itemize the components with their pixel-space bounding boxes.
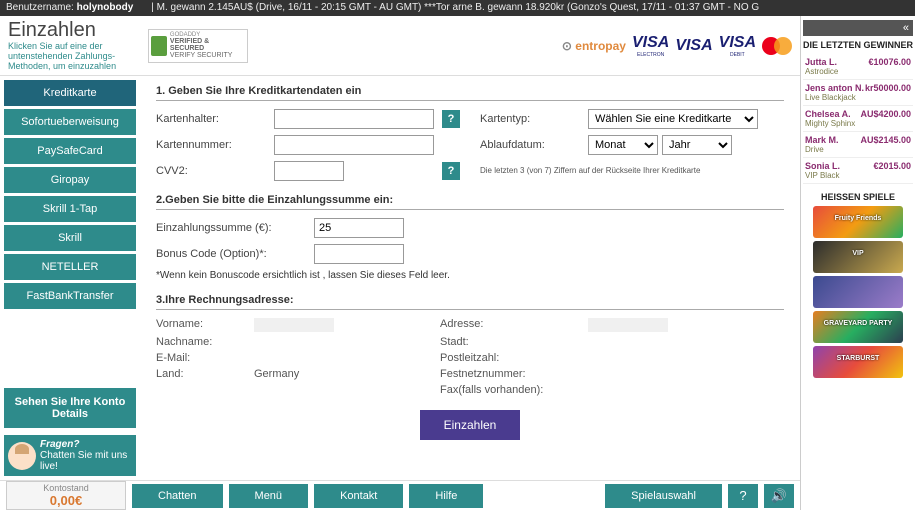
amount-label: Einzahlungssumme (€): — [156, 222, 306, 234]
sidebar-item-giropay[interactable]: Giropay — [4, 167, 136, 193]
username-label: Benutzername: — [6, 0, 74, 16]
country-value: Germany — [254, 368, 394, 380]
game-thumb[interactable]: GRAVEYARD PARTY — [813, 311, 903, 343]
ssl-badge[interactable]: GODADDY VERIFIED & SECURED VERIFY SECURI… — [148, 29, 248, 63]
balance-display: Kontostand 0,00€ — [6, 481, 126, 510]
bonus-input[interactable] — [314, 244, 404, 264]
email-label: E-Mail: — [156, 352, 246, 364]
cardnumber-label: Kartennummer: — [156, 139, 266, 151]
sidebar-item-fastbank[interactable]: FastBankTransfer — [4, 283, 136, 309]
expiry-year-select[interactable]: Jahr — [662, 135, 732, 155]
winner-item[interactable]: Jutta L.€10076.00Astrodice — [803, 54, 913, 80]
email-value — [254, 352, 394, 364]
winners-heading: DIE LETZTEN GEWINNER — [803, 40, 913, 50]
right-sidebar: « DIE LETZTEN GEWINNER Jutta L.€10076.00… — [800, 16, 915, 510]
username: holynobody — [77, 0, 134, 16]
firstname-label: Vorname: — [156, 318, 246, 332]
help-icon[interactable]: ? — [442, 110, 460, 128]
zip-label: Postleitzahl: — [440, 352, 580, 364]
lock-icon — [151, 36, 167, 56]
lastname-label: Nachname: — [156, 336, 246, 348]
section-2-heading: 2.Geben Sie bitte die Einzahlungssumme e… — [156, 191, 784, 210]
sidebar-item-neteller[interactable]: NETELLER — [4, 254, 136, 280]
fax-value — [588, 384, 728, 396]
lastname-value — [254, 336, 394, 348]
menu-button[interactable]: Menü — [229, 484, 309, 508]
address-value — [588, 318, 668, 332]
contact-button[interactable]: Kontakt — [314, 484, 403, 508]
address-label: Adresse: — [440, 318, 580, 332]
game-thumb[interactable]: Fruity Friends — [813, 206, 903, 238]
winner-item[interactable]: Chelsea A.AU$4200.00Mighty Sphinx — [803, 106, 913, 132]
sidebar-item-kreditkarte[interactable]: Kreditkarte — [4, 80, 136, 106]
sidebar-item-paysafecard[interactable]: PaySafeCard — [4, 138, 136, 164]
firstname-value — [254, 318, 334, 332]
cvv-note: Die letzten 3 (von 7) Ziffern auf der Rü… — [480, 167, 768, 176]
expiry-label: Ablaufdatum: — [480, 139, 580, 151]
game-thumb[interactable] — [813, 276, 903, 308]
payment-methods-sidebar: Kreditkarte Sofortueberweisung PaySafeCa… — [0, 76, 140, 480]
cardnumber-input[interactable] — [274, 135, 434, 155]
cardholder-label: Kartenhalter: — [156, 113, 266, 125]
section-1-heading: 1. Geben Sie Ihre Kreditkartendaten ein — [156, 82, 784, 101]
top-bar: Benutzername: holynobody | M. gewann 2.1… — [0, 0, 915, 16]
winner-item[interactable]: Jens anton N.kr50000.00Live Blackjack — [803, 80, 913, 106]
question-icon[interactable]: ? — [728, 484, 758, 508]
ticker: | M. gewann 2.145AU$ (Drive, 16/11 - 20:… — [151, 0, 759, 16]
page-subtitle: Klicken Sie auf eine der untenstehenden … — [8, 42, 148, 72]
phone-value — [588, 368, 728, 380]
payment-logos: ⊙ entropay VISAELECTRON VISA VISADEBIT — [562, 34, 792, 58]
bonus-note: *Wenn kein Bonuscode ersichtlich ist , l… — [156, 270, 784, 281]
avatar-icon — [8, 442, 36, 470]
winner-item[interactable]: Sonia L.€2015.00VIP Black — [803, 158, 913, 184]
games-button[interactable]: Spielauswahl — [605, 484, 722, 508]
sidebar-item-sofort[interactable]: Sofortueberweisung — [4, 109, 136, 135]
cardtype-label: Kartentyp: — [480, 113, 580, 125]
account-details-button[interactable]: Sehen Sie Ihre Konto Details — [4, 388, 136, 428]
game-thumb[interactable]: VIP — [813, 241, 903, 273]
city-label: Stadt: — [440, 336, 580, 348]
amount-input[interactable] — [314, 218, 404, 238]
hot-games-heading: HEISSEN SPIELE — [803, 192, 913, 202]
live-chat-button[interactable]: Fragen?Chatten Sie mit uns live! — [4, 435, 136, 476]
zip-value — [588, 352, 728, 364]
country-label: Land: — [156, 368, 246, 380]
cvv-input[interactable] — [274, 161, 344, 181]
sound-icon[interactable]: 🔊 — [764, 484, 794, 508]
game-thumb[interactable]: STARBURST — [813, 346, 903, 378]
winner-item[interactable]: Mark M.AU$2145.00Drive — [803, 132, 913, 158]
cardholder-input[interactable] — [274, 109, 434, 129]
fax-label: Fax(falls vorhanden): — [440, 384, 580, 396]
phone-label: Festnetznummer: — [440, 368, 580, 380]
header: Einzahlen Klicken Sie auf eine der unten… — [0, 16, 800, 76]
chat-button[interactable]: Chatten — [132, 484, 223, 508]
collapse-sidebar-button[interactable]: « — [803, 20, 913, 36]
page-title: Einzahlen — [8, 19, 148, 42]
cvv-label: CVV2: — [156, 165, 266, 177]
help-icon[interactable]: ? — [442, 162, 460, 180]
mastercard-icon — [762, 36, 792, 56]
expiry-month-select[interactable]: Monat — [588, 135, 658, 155]
bottom-bar: Kontostand 0,00€ Chatten Menü Kontakt Hi… — [0, 480, 800, 510]
deposit-form: 1. Geben Sie Ihre Kreditkartendaten ein … — [140, 76, 800, 480]
sidebar-item-skrill[interactable]: Skrill — [4, 225, 136, 251]
sidebar-item-skrill-1tap[interactable]: Skrill 1-Tap — [4, 196, 136, 222]
section-3-heading: 3.Ihre Rechnungsadresse: — [156, 291, 784, 310]
submit-deposit-button[interactable]: Einzahlen — [420, 410, 521, 440]
cardtype-select[interactable]: Wählen Sie eine Kreditkarte — [588, 109, 758, 129]
help-button[interactable]: Hilfe — [409, 484, 483, 508]
city-value — [588, 336, 728, 348]
bonus-label: Bonus Code (Option)*: — [156, 248, 306, 260]
